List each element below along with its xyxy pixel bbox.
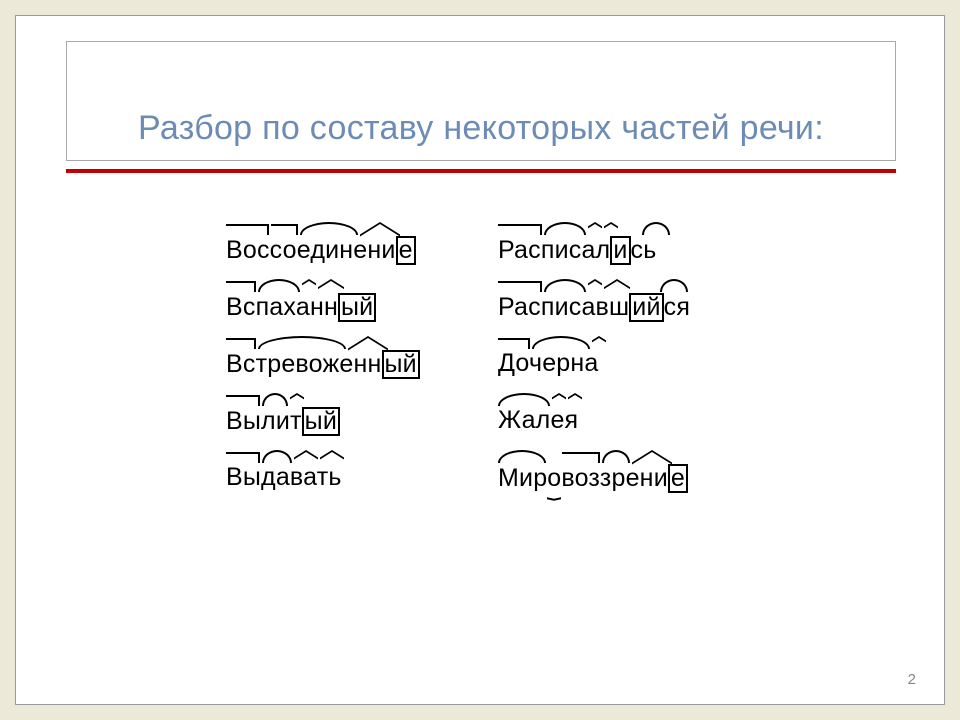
ending: и xyxy=(610,236,630,265)
row: Выдавать Мировоззрение xyxy=(226,464,736,493)
ending: ый xyxy=(302,407,340,436)
row: Встревоженный Дочерна xyxy=(226,350,736,379)
word: Расписались xyxy=(498,236,736,265)
page-number: 2 xyxy=(908,671,916,688)
word: Встревоженный xyxy=(226,350,470,379)
word: Выдавать xyxy=(226,464,470,493)
ending: ий xyxy=(629,293,663,322)
slide: Разбор по составу некоторых частей речи:… xyxy=(15,15,945,705)
word-text: Жалея xyxy=(498,406,578,434)
ending: ый xyxy=(382,350,420,379)
slide-title: Разбор по составу некоторых частей речи: xyxy=(138,109,824,148)
row: Воссоединение Расписались xyxy=(226,236,736,265)
word-analysis-block: Воссоединение Расписались xyxy=(226,236,736,521)
word: Жалея xyxy=(498,407,736,436)
word-text: Дочерна xyxy=(498,349,599,377)
title-box: Разбор по составу некоторых частей речи: xyxy=(66,41,896,161)
ending: ый xyxy=(338,293,376,322)
word: Воссоединение xyxy=(226,236,470,265)
word: Мировоззрение xyxy=(498,464,736,493)
word-text: Выдавать xyxy=(226,463,342,491)
row: Вспаханный Расписавшийся xyxy=(226,293,736,322)
divider xyxy=(66,169,896,173)
row: Вылитый Жалея xyxy=(226,407,736,436)
word: Вылитый xyxy=(226,407,470,436)
word: Вспаханный xyxy=(226,293,470,322)
ending: е xyxy=(396,236,416,265)
ending: е xyxy=(668,464,688,493)
word: Дочерна xyxy=(498,350,736,379)
word: Расписавшийся xyxy=(498,293,736,322)
